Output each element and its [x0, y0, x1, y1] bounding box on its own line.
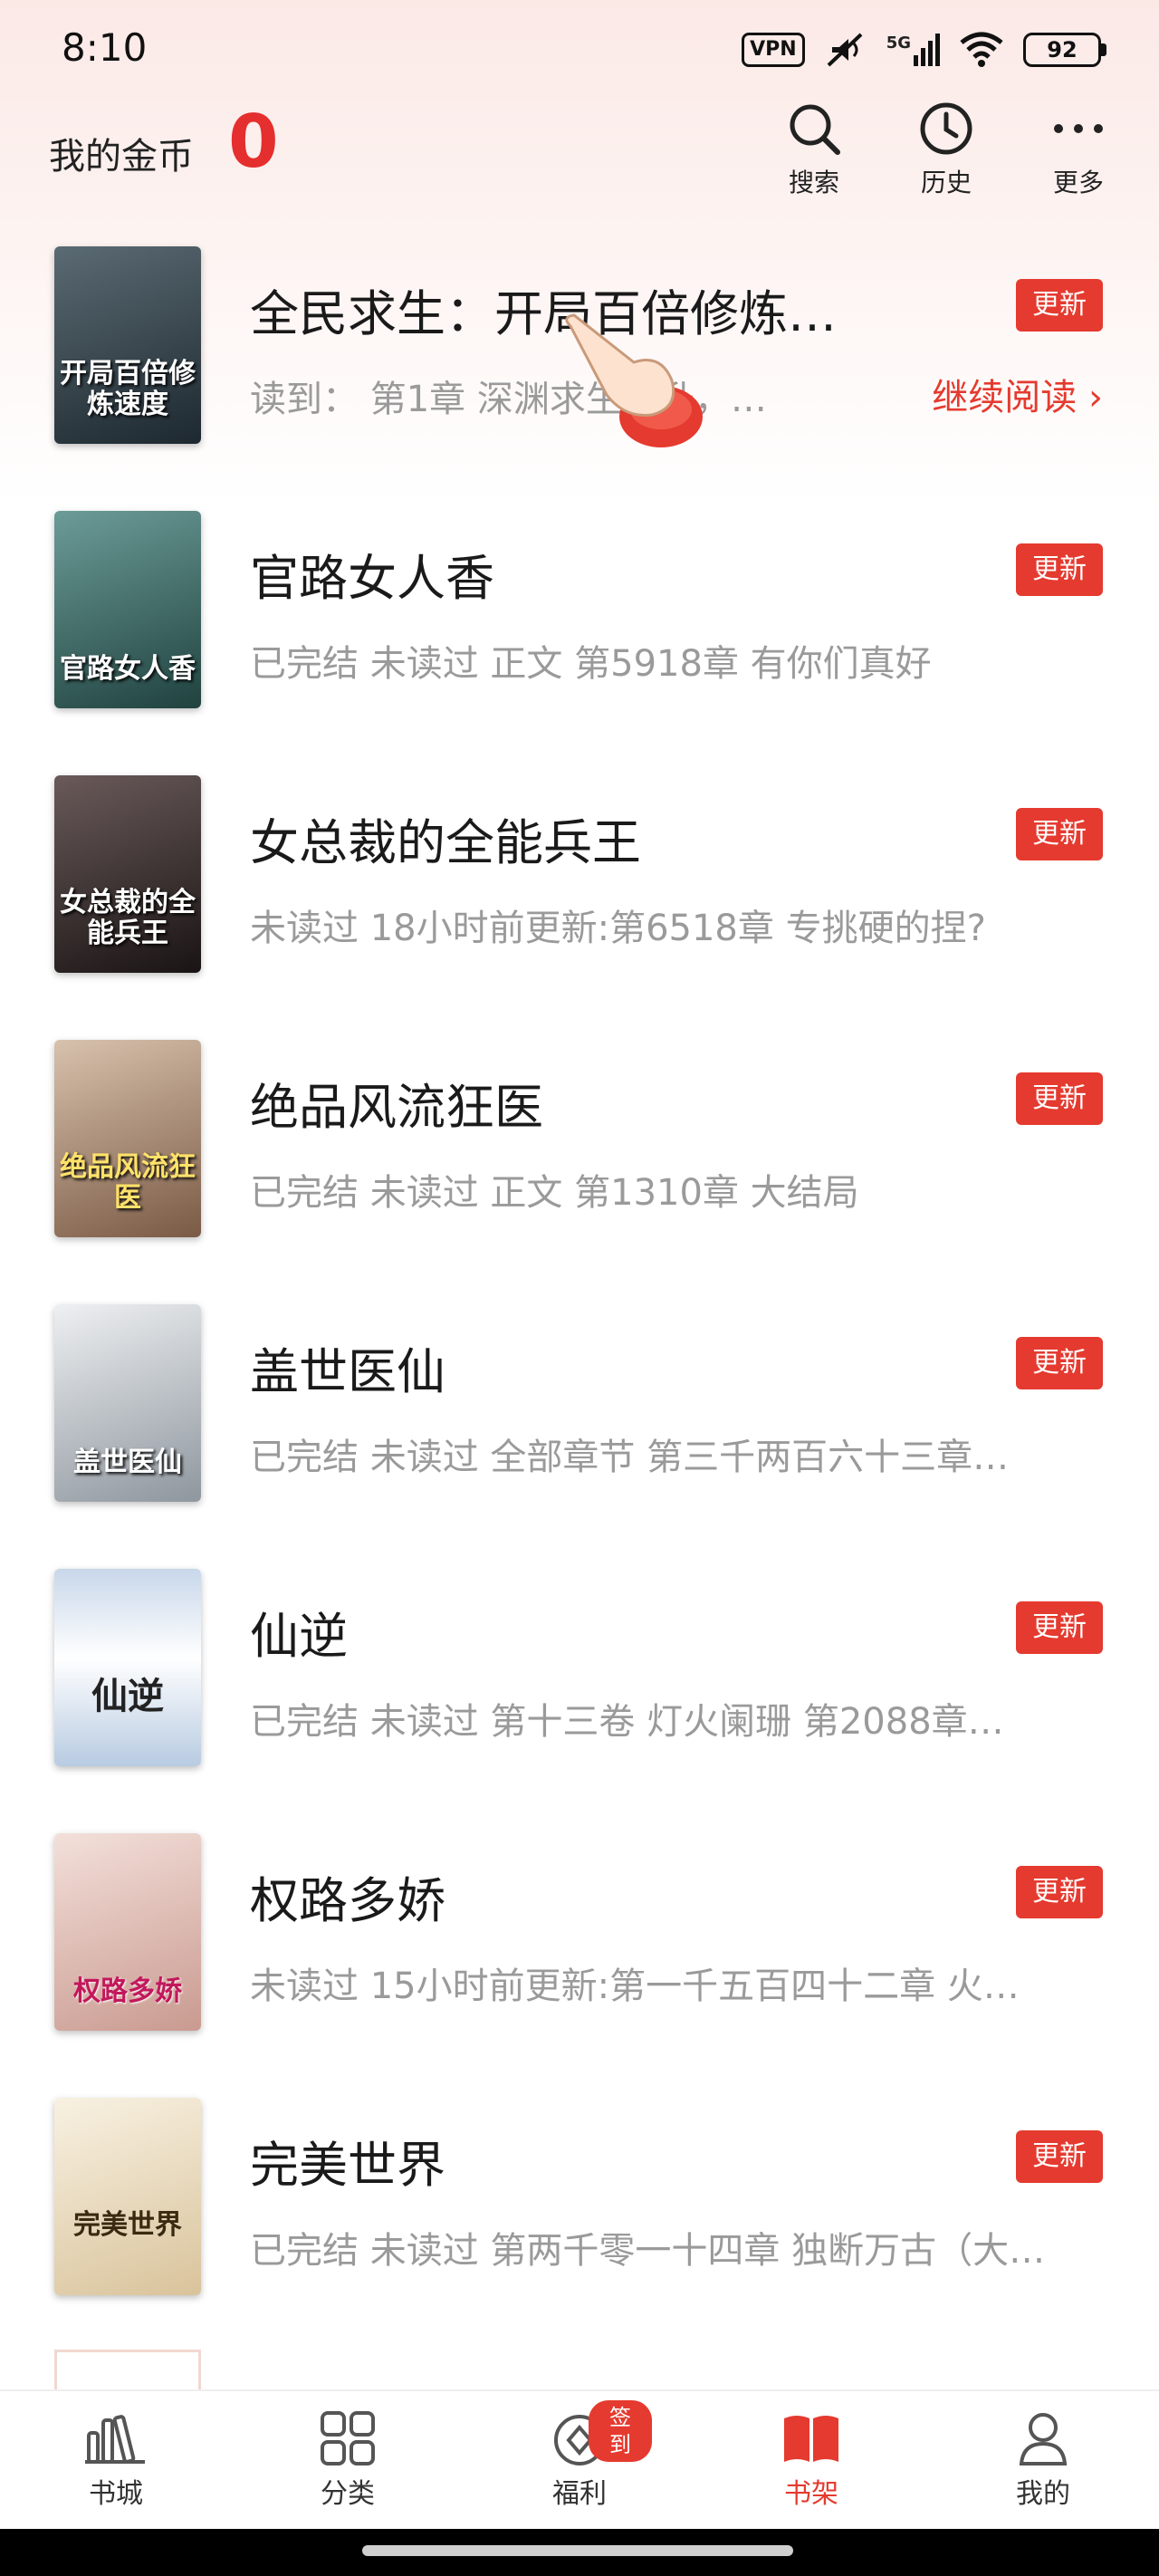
coins-value[interactable]: 0 [228, 100, 279, 184]
book-item[interactable]: 官路女人香 官路女人香 已完结 未读过 正文 第5918章 有你们真好 更新 [0, 511, 1159, 775]
book-title: 盖世医仙 [250, 1343, 445, 1400]
update-badge: 更新 [1016, 543, 1103, 596]
bookshelf-icon [784, 2416, 838, 2462]
nav-label: 书城 [89, 2478, 143, 2510]
book-title: 仙逆 [250, 1608, 348, 1665]
checkin-badge[interactable]: 签到 [589, 2400, 652, 2462]
book-title: 女总裁的全能兵王 [250, 814, 641, 871]
category-grid-icon [321, 2411, 375, 2465]
update-badge: 更新 [1016, 1601, 1103, 1654]
book-title: 绝品风流狂医 [250, 1079, 543, 1136]
book-status: 未读过 15小时前更新:第一千五百四十二章 火… [250, 1966, 1020, 2007]
update-badge: 更新 [1016, 1072, 1103, 1125]
status-bar: 8:10 VPN 5G 92 [0, 0, 1159, 100]
more-label: 更多 [1052, 168, 1104, 197]
book-cover[interactable]: 完美世界 [54, 2098, 201, 2295]
nav-bookshelf[interactable]: 书架 [739, 2411, 884, 2511]
book-item[interactable]: 完美世界 完美世界 已完结 未读过 第两千零一十四章 独断万古（大… 更新 [0, 2098, 1159, 2362]
bottom-nav: 书城 分类 福利 签到 书架 我的 [0, 2389, 1159, 2529]
nav-bookstore[interactable]: 书城 [43, 2411, 188, 2511]
home-gesture-handle[interactable] [362, 2545, 793, 2556]
coins-label: 我的金币 [49, 136, 194, 178]
search-button[interactable]: 搜索 [760, 100, 868, 199]
shelf-header: 我的金币 0 搜索 历史 更多 [0, 100, 1159, 208]
book-status: 已完结 未读过 全部章节 第三千两百六十三章… [250, 1437, 1010, 1478]
history-label: 历史 [920, 168, 972, 197]
update-badge: 更新 [1016, 2130, 1103, 2183]
book-item[interactable]: 女总裁的全能兵王 女总裁的全能兵王 未读过 18小时前更新:第6518章 专挑硬… [0, 775, 1159, 1040]
book-cover[interactable] [54, 2350, 201, 2389]
vpn-icon: VPN [742, 33, 805, 67]
battery-icon: 92 [1023, 33, 1106, 67]
status-time: 8:10 [62, 25, 148, 70]
book-status: 已完结 未读过 第两千零一十四章 独断万古（大… [250, 2230, 1046, 2272]
book-cover[interactable]: 绝品风流狂医 [54, 1040, 201, 1237]
book-item[interactable]: 仙逆 仙逆 已完结 未读过 第十三卷 灯火阑珊 第2088章… 更新 [0, 1569, 1159, 1833]
clock-icon [920, 102, 972, 155]
status-icons: VPN 5G 92 [742, 27, 1106, 72]
nav-profile[interactable]: 我的 [971, 2411, 1116, 2511]
nav-welfare[interactable]: 福利 签到 [507, 2400, 652, 2511]
more-icon [1054, 124, 1103, 133]
book-status: 未读过 18小时前更新:第6518章 专挑硬的捏? [250, 908, 986, 949]
system-home-bar [0, 2529, 1159, 2576]
update-badge: 更新 [1016, 279, 1103, 332]
book-cover[interactable]: 女总裁的全能兵王 [54, 775, 201, 973]
book-cover[interactable]: 开局百倍修炼速度 [54, 246, 201, 444]
bookstore-icon [85, 2415, 145, 2464]
book-status: 已完结 未读过 第十三卷 灯火阑珊 第2088章… [250, 1701, 1004, 1743]
network-icon: 5G [886, 34, 940, 66]
search-label: 搜索 [788, 168, 839, 197]
search-icon [790, 104, 840, 155]
book-status: 已完结 未读过 正文 第1310章 大结局 [250, 1172, 859, 1214]
book-cover[interactable]: 盖世医仙 [54, 1304, 201, 1502]
nav-label: 福利 [552, 2478, 607, 2510]
nav-category[interactable]: 分类 [275, 2411, 420, 2511]
book-item[interactable]: 绝品风流狂医 绝品风流狂医 已完结 未读过 正文 第1310章 大结局 更新 [0, 1040, 1159, 1304]
history-button[interactable]: 历史 [892, 100, 1001, 199]
update-badge: 更新 [1016, 1337, 1103, 1389]
tap-hand-icon [565, 313, 703, 447]
update-badge: 更新 [1016, 1866, 1103, 1918]
nav-label: 我的 [1016, 2478, 1070, 2510]
wifi-icon [960, 32, 1003, 67]
more-button[interactable]: 更多 [1024, 100, 1133, 199]
update-badge: 更新 [1016, 808, 1103, 860]
nav-label: 书架 [784, 2478, 838, 2510]
continue-reading-link[interactable]: 继续阅读 › [932, 368, 1103, 420]
profile-icon [1019, 2413, 1068, 2465]
book-item[interactable]: 盖世医仙 盖世医仙 已完结 未读过 全部章节 第三千两百六十三章… 更新 [0, 1304, 1159, 1569]
book-cover[interactable]: 仙逆 [54, 1569, 201, 1766]
book-cover[interactable]: 权路多娇 [54, 1833, 201, 2031]
book-title: 权路多娇 [250, 1872, 445, 1929]
mute-icon [827, 33, 863, 67]
book-title: 完美世界 [250, 2137, 445, 2194]
book-title: 官路女人香 [250, 550, 494, 607]
nav-label: 分类 [321, 2478, 375, 2510]
book-status: 已完结 未读过 正文 第5918章 有你们真好 [250, 643, 932, 685]
book-cover[interactable]: 官路女人香 [54, 511, 201, 708]
book-item[interactable]: 权路多娇 权路多娇 未读过 15小时前更新:第一千五百四十二章 火… 更新 [0, 1833, 1159, 2098]
